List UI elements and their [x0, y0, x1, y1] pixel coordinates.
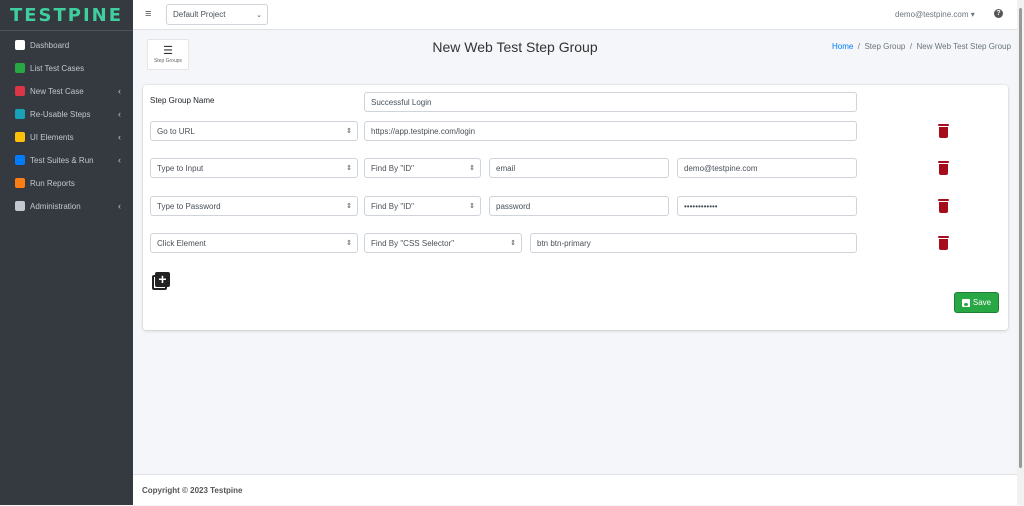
run-reports-icon — [15, 178, 25, 188]
logo[interactable]: TESTPINE — [0, 0, 133, 31]
hamburger-menu-icon[interactable]: ≡ — [145, 8, 151, 20]
action-value: Click Element — [157, 238, 206, 248]
find-by-select[interactable]: Find By "CSS Selector" ⇕ — [364, 233, 522, 253]
step-groups-button[interactable]: ☰ Step Groups — [147, 39, 189, 70]
breadcrumb-home[interactable]: Home — [832, 42, 853, 51]
save-button[interactable]: Save — [954, 292, 999, 313]
chevron-left-icon: ‹ — [118, 132, 121, 142]
action-value: Type to Password — [157, 201, 221, 211]
select-arrows-icon: ⇕ — [510, 240, 516, 247]
value-input[interactable]: demo@testpine.com — [677, 158, 857, 178]
trash-icon[interactable] — [938, 161, 949, 175]
action-select[interactable]: Type to Password ⇕ — [150, 196, 358, 216]
value-input[interactable]: •••••••••••• — [677, 196, 857, 216]
find-by-select[interactable]: Find By "ID" ⇕ — [364, 196, 481, 216]
sidebar-item-label: New Test Case — [30, 86, 84, 96]
sidebar-item-label: List Test Cases — [30, 63, 85, 73]
help-icon[interactable]: ? — [994, 9, 1003, 18]
list-icon: ☰ — [163, 45, 173, 57]
trash-icon[interactable] — [938, 124, 949, 138]
select-arrows-icon: ⇕ — [346, 128, 352, 135]
sidebar: TESTPINE Dashboard List Test Cases New Tes… — [0, 0, 133, 505]
step-group-name-input[interactable]: Successful Login — [364, 92, 857, 112]
chevron-down-icon: ⌄ — [256, 11, 262, 19]
ui-elements-icon — [15, 132, 25, 142]
sidebar-item-label: Re-Usable Steps — [30, 109, 91, 119]
save-label: Save — [972, 298, 992, 307]
locator-input[interactable]: btn btn-primary — [530, 233, 857, 253]
floppy-disk-icon — [961, 298, 970, 307]
re-usable-steps-icon — [15, 109, 25, 119]
project-select-value: Default Project — [173, 10, 226, 19]
breadcrumb-step-group[interactable]: Step Group — [864, 42, 905, 51]
select-arrows-icon: ⇕ — [346, 240, 352, 247]
find-by-value: Find By "ID" — [371, 201, 415, 211]
sidebar-item-label: Run Reports — [30, 178, 75, 188]
add-step-icon[interactable]: + — [152, 272, 170, 290]
sidebar-item-label: UI Elements — [30, 132, 74, 142]
page-scrollbar[interactable] — [1017, 0, 1024, 505]
sidebar-item-ui-elements[interactable]: UI Elements ‹ — [0, 127, 133, 147]
chevron-left-icon: ‹ — [118, 86, 121, 96]
select-arrows-icon: ⇕ — [469, 165, 475, 172]
sidebar-item-re-usable-steps[interactable]: Re-Usable Steps ‹ — [0, 104, 133, 124]
chevron-left-icon: ‹ — [118, 109, 121, 119]
step-groups-label: Step Groups — [153, 58, 183, 64]
new-test-case-icon — [15, 86, 25, 96]
find-by-value: Find By "CSS Selector" — [371, 238, 455, 248]
user-email: demo@testpine.com — [895, 10, 969, 19]
sidebar-item-label: Administration — [30, 201, 81, 211]
select-arrows-icon: ⇕ — [346, 165, 352, 172]
locator-input[interactable]: email — [489, 158, 669, 178]
project-select[interactable]: Default Project ⌄ — [166, 4, 268, 25]
sidebar-item-label: Dashboard — [30, 40, 70, 50]
action-select[interactable]: Click Element ⇕ — [150, 233, 358, 253]
administration-icon — [15, 201, 25, 211]
footer: Copyright © 2023 Testpine — [133, 474, 1017, 505]
top-navbar: ≡ Default Project ⌄ demo@testpine.com ▾ ? — [133, 0, 1017, 30]
sidebar-item-list-test-cases[interactable]: List Test Cases — [0, 58, 133, 78]
chevron-left-icon: ‹ — [118, 155, 121, 165]
trash-icon[interactable] — [938, 236, 949, 250]
breadcrumb: Home / Step Group / New Web Test Step Gr… — [832, 42, 1011, 51]
page-title: New Web Test Step Group — [432, 39, 598, 55]
locator-input[interactable]: password — [489, 196, 669, 216]
dashboard-icon — [15, 40, 25, 50]
trash-icon[interactable] — [938, 199, 949, 213]
action-value: Go to URL — [157, 126, 195, 136]
breadcrumb-current: New Web Test Step Group — [916, 42, 1011, 51]
list-test-cases-icon — [15, 63, 25, 73]
action-select[interactable]: Type to Input ⇕ — [150, 158, 358, 178]
test-suites-run-icon — [15, 155, 25, 165]
chevron-left-icon: ‹ — [118, 201, 121, 211]
sidebar-item-label: Test Suites & Run — [30, 155, 94, 165]
select-arrows-icon: ⇕ — [346, 203, 352, 210]
action-value: Type to Input — [157, 163, 204, 173]
sidebar-item-new-test-case[interactable]: New Test Case ‹ — [0, 81, 133, 101]
sidebar-item-run-reports[interactable]: Run Reports — [0, 173, 133, 193]
step-group-name-label: Step Group Name — [150, 96, 215, 105]
action-select[interactable]: Go to URL ⇕ — [150, 121, 358, 141]
user-menu[interactable]: demo@testpine.com ▾ — [895, 10, 975, 19]
sidebar-item-dashboard[interactable]: Dashboard — [0, 35, 133, 55]
find-by-value: Find By "ID" — [371, 163, 415, 173]
url-input[interactable]: https://app.testpine.com/login — [364, 121, 857, 141]
find-by-select[interactable]: Find By "ID" ⇕ — [364, 158, 481, 178]
select-arrows-icon: ⇕ — [469, 203, 475, 210]
sidebar-item-administration[interactable]: Administration ‹ — [0, 196, 133, 216]
sidebar-item-test-suites-run[interactable]: Test Suites & Run ‹ — [0, 150, 133, 170]
